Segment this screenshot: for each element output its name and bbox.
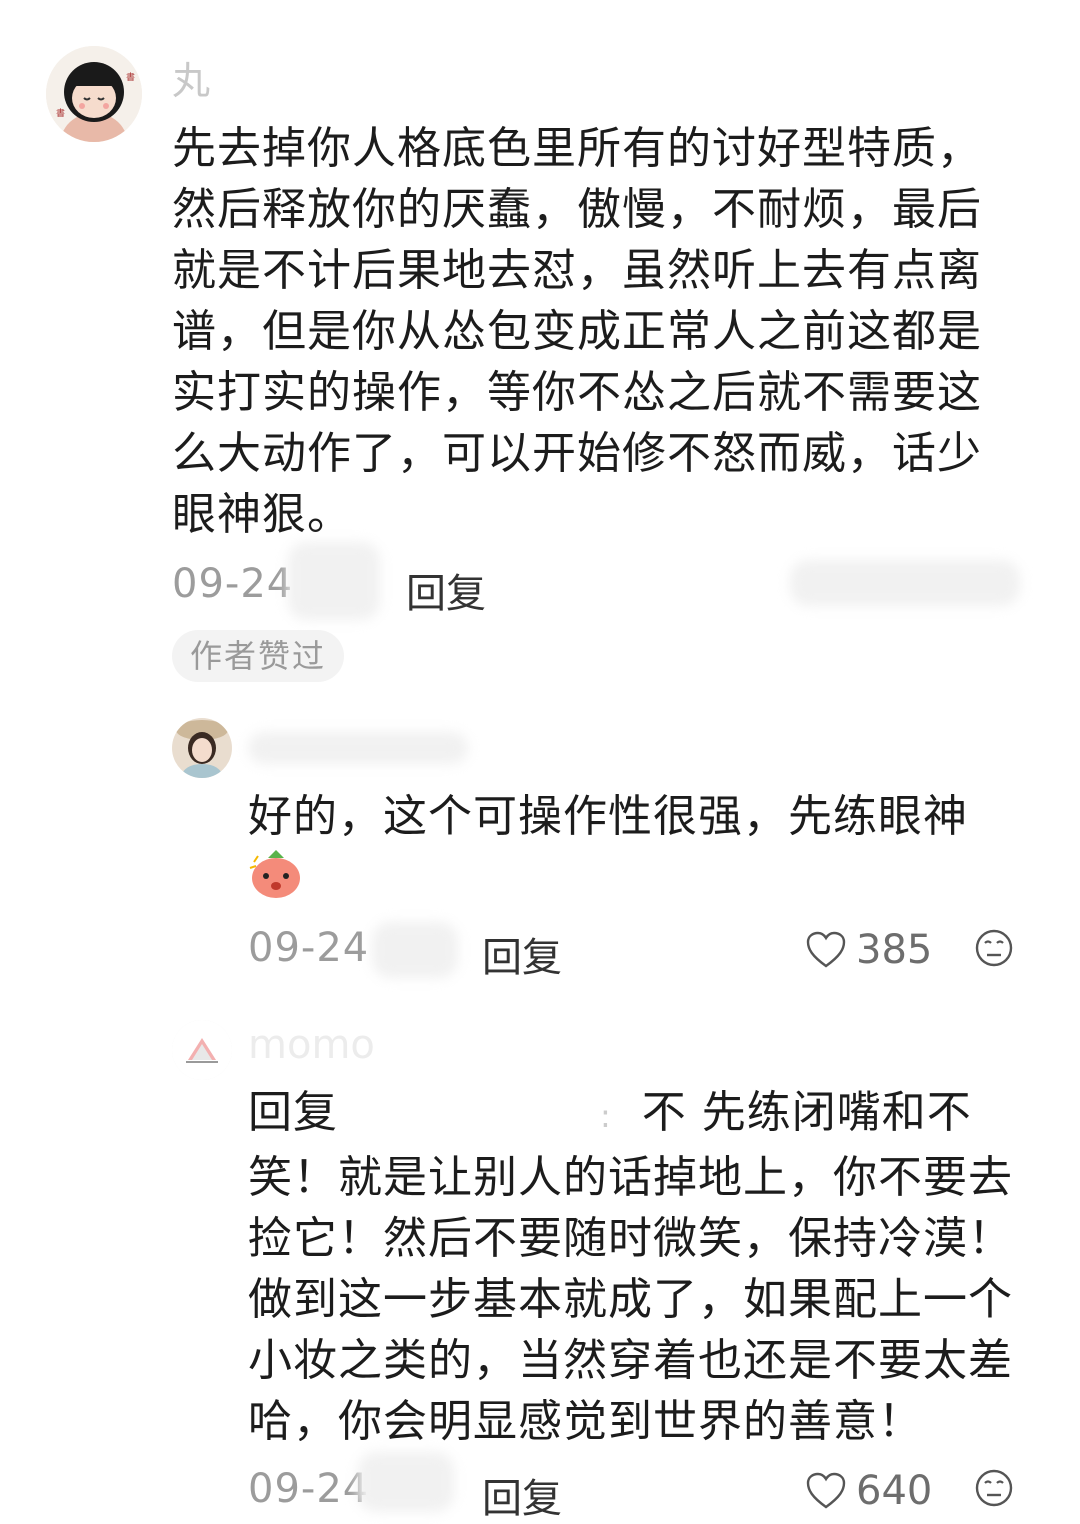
author-liked-badge: 作者赞过 xyxy=(172,630,345,682)
reply-body: 不 先练闭嘴和不笑！就是让别人的话掉地上，你不要去捡它！然后不要随时微笑，保持冷… xyxy=(248,1087,1013,1447)
like-button[interactable]: 640 xyxy=(806,1466,932,1516)
reply-button[interactable]: 回复 xyxy=(406,561,486,619)
avatar[interactable]: 書 書 xyxy=(46,46,142,142)
location-redacted xyxy=(358,1452,454,1512)
comment-text: 回复: 不 先练闭嘴和不笑！就是让别人的话掉地上，你不要去捡它！然后不要随时微笑，… xyxy=(248,1082,1038,1452)
emoji-face-icon xyxy=(248,848,304,900)
reply-button[interactable]: 回复 xyxy=(482,925,562,983)
like-area-redacted xyxy=(790,560,1020,606)
comment-text: 好的，这个可操作性很强，先练眼神 xyxy=(248,791,968,842)
svg-text:書: 書 xyxy=(56,107,65,119)
avatar-image xyxy=(172,718,232,778)
meh-face-icon[interactable] xyxy=(974,928,1014,968)
username-redacted xyxy=(248,732,468,764)
comment-date: 09-24 xyxy=(248,1466,370,1512)
svg-text:書: 書 xyxy=(126,71,135,83)
meh-face-icon[interactable] xyxy=(974,1468,1014,1508)
reply-prefix[interactable]: 回复 xyxy=(248,1087,338,1138)
location-redacted xyxy=(288,542,380,620)
avatar[interactable] xyxy=(172,1020,232,1080)
like-count: 385 xyxy=(856,927,933,973)
username[interactable]: 丸 xyxy=(172,50,210,105)
reply-colon: : xyxy=(600,1097,612,1135)
comment-date: 09-24 xyxy=(172,561,294,607)
heart-outline-icon xyxy=(806,931,846,968)
username[interactable]: momo xyxy=(248,1022,375,1068)
avatar-image xyxy=(172,1020,232,1080)
comment-date: 09-24 xyxy=(248,925,370,971)
like-count: 640 xyxy=(856,1468,933,1514)
like-button[interactable]: 385 xyxy=(806,925,932,975)
avatar-image: 書 書 xyxy=(46,46,142,142)
avatar[interactable] xyxy=(172,718,232,778)
reply-button[interactable]: 回复 xyxy=(482,1466,562,1524)
heart-outline-icon xyxy=(806,1472,846,1509)
comment-text: 先去掉你人格底色里所有的讨好型特质，然后释放你的厌蠢，傲慢，不耐烦，最后就是不计… xyxy=(172,123,982,540)
location-redacted xyxy=(372,922,458,978)
